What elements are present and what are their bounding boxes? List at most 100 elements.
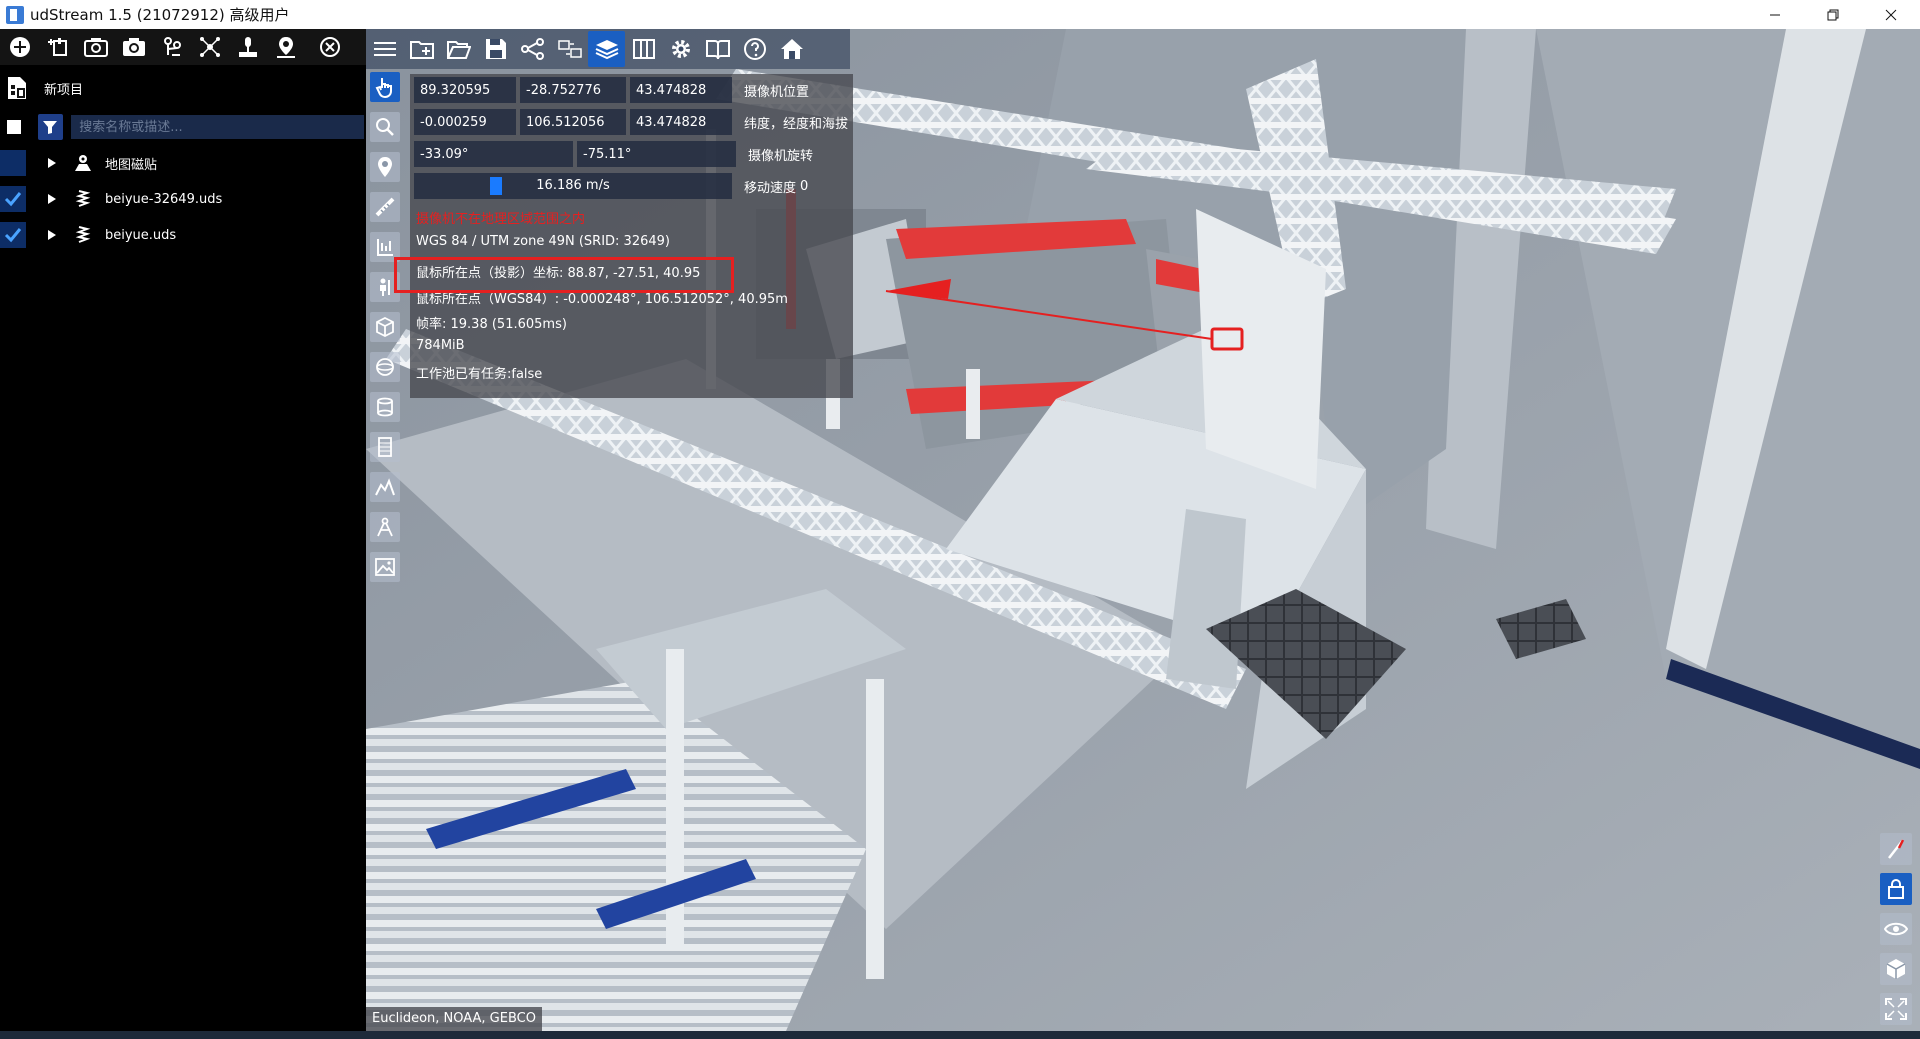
compass-icon [377, 517, 393, 537]
box-filter-button[interactable] [370, 312, 400, 342]
cube-view-icon [1886, 959, 1906, 979]
gear-icon [671, 40, 690, 58]
profile-chart-icon [375, 478, 395, 496]
tree-item-checkbox[interactable] [0, 150, 26, 176]
new-project-button[interactable] [403, 31, 440, 67]
ruler-icon [375, 197, 395, 217]
flythrough-button[interactable] [154, 31, 190, 63]
menu-button[interactable] [366, 31, 403, 67]
add-icon [10, 37, 30, 57]
filter-row [0, 112, 364, 142]
close-circle-icon [320, 37, 340, 57]
cylinder-icon [377, 397, 393, 417]
search-icon [376, 118, 394, 136]
tree-item-checkbox[interactable] [0, 222, 26, 248]
expand-arrow-icon[interactable] [47, 193, 59, 205]
tree-item-map-tiles[interactable]: 地图磁贴 [0, 147, 364, 179]
select-all-checkbox[interactable] [7, 120, 21, 134]
measure-line-button[interactable] [370, 192, 400, 222]
camera-position-x[interactable]: 89.320595 [414, 77, 516, 103]
network-button[interactable] [192, 31, 228, 63]
split-view-button[interactable] [625, 31, 662, 67]
layers-button[interactable] [588, 31, 625, 67]
tool-palette [370, 72, 404, 592]
project-name: 新项目 [44, 82, 84, 98]
move-speed-row: 16.186 m/s 移动速度 0 [414, 172, 808, 200]
tree-item-beiyue[interactable]: beiyue.uds [0, 219, 364, 251]
add-button[interactable] [2, 31, 38, 63]
scene-viewport[interactable]: 89.320595 -28.752776 43.474828 摄像机位置 -0.… [366, 29, 1920, 1031]
camera-rotation-label: 摄像机旋转 [748, 148, 814, 164]
minimize-button[interactable] [1746, 0, 1804, 29]
expand-arrow-icon[interactable] [47, 229, 59, 241]
filter-button[interactable] [37, 114, 64, 140]
longitude-field[interactable]: 106.512056 [520, 109, 626, 135]
lock-icon [1888, 879, 1904, 899]
compass-needle-icon [1888, 839, 1905, 859]
window-controls [1746, 0, 1920, 29]
scene-explorer-panel: 新项目 地图磁贴 beiyue-32649.uds [0, 29, 366, 1039]
split-view-icon [632, 39, 655, 59]
compass-button[interactable] [1880, 833, 1912, 865]
home-button[interactable] [773, 31, 810, 67]
latitude-field[interactable]: -0.000259 [414, 109, 516, 135]
tree-item-beiyue-32649[interactable]: beiyue-32649.uds [0, 183, 364, 215]
eye-icon [1884, 922, 1908, 936]
convert-button[interactable] [551, 31, 588, 67]
move-speed-slider[interactable]: 16.186 m/s [414, 173, 732, 199]
pan-tool-button[interactable] [370, 72, 400, 102]
visibility-button[interactable] [1880, 913, 1912, 945]
cube-icon [376, 317, 394, 337]
orthographic-toggle-button[interactable] [1880, 953, 1912, 985]
search-input[interactable] [71, 115, 364, 139]
camera-rotation-heading[interactable]: -33.09° [414, 141, 573, 167]
camera-position-label: 摄像机位置 [744, 84, 810, 100]
title-bar: udStream 1.5 (21072912) 高级用户 [0, 0, 1920, 29]
filter-icon [43, 121, 58, 134]
camera-position-y[interactable]: -28.752776 [520, 77, 626, 103]
zoom-tool-button[interactable] [370, 112, 400, 142]
camera-button[interactable] [116, 31, 152, 63]
share-icon [520, 38, 544, 60]
share-button[interactable] [514, 31, 551, 67]
help-button[interactable] [736, 31, 773, 67]
docs-button[interactable] [699, 31, 736, 67]
height-measure-icon [377, 239, 393, 256]
add-poi-button[interactable] [370, 152, 400, 182]
open-button[interactable] [440, 31, 477, 67]
save-button[interactable] [477, 31, 514, 67]
sphere-icon [376, 358, 394, 376]
restore-icon [1827, 9, 1839, 20]
minimize-icon [1770, 14, 1780, 15]
convert-icon [557, 40, 582, 58]
tree-item-checkbox[interactable] [0, 186, 26, 212]
close-window-button[interactable] [1862, 0, 1920, 29]
flythrough-icon [164, 37, 181, 56]
hamburger-menu-icon [373, 42, 396, 56]
save-icon [485, 39, 506, 59]
new-folder-icon [409, 41, 434, 59]
angle-measure-button[interactable] [370, 512, 400, 542]
screenshot-button[interactable] [78, 31, 114, 63]
project-row[interactable]: 新项目 [0, 72, 364, 104]
camera-position-z[interactable]: 43.474828 [630, 77, 732, 103]
settings-button[interactable] [662, 31, 699, 67]
hand-pointer-icon [375, 78, 392, 98]
image-button[interactable] [370, 552, 400, 582]
sphere-filter-button[interactable] [370, 352, 400, 382]
restore-button[interactable] [1804, 0, 1862, 29]
add-layer-button[interactable] [40, 31, 76, 63]
profile-button[interactable] [370, 472, 400, 502]
lock-button[interactable] [1880, 873, 1912, 905]
fullscreen-button[interactable] [1880, 993, 1912, 1025]
expand-arrow-icon[interactable] [47, 157, 59, 169]
location-button[interactable] [268, 31, 304, 63]
place-pin-button[interactable] [230, 31, 266, 63]
remove-button[interactable] [312, 31, 348, 63]
help-icon [743, 38, 766, 60]
map-tiles-icon [73, 153, 93, 173]
altitude-field[interactable]: 43.474828 [630, 109, 732, 135]
cylinder-filter-button[interactable] [370, 392, 400, 422]
cross-section-button[interactable] [370, 432, 400, 462]
camera-rotation-pitch[interactable]: -75.11° [577, 141, 736, 167]
